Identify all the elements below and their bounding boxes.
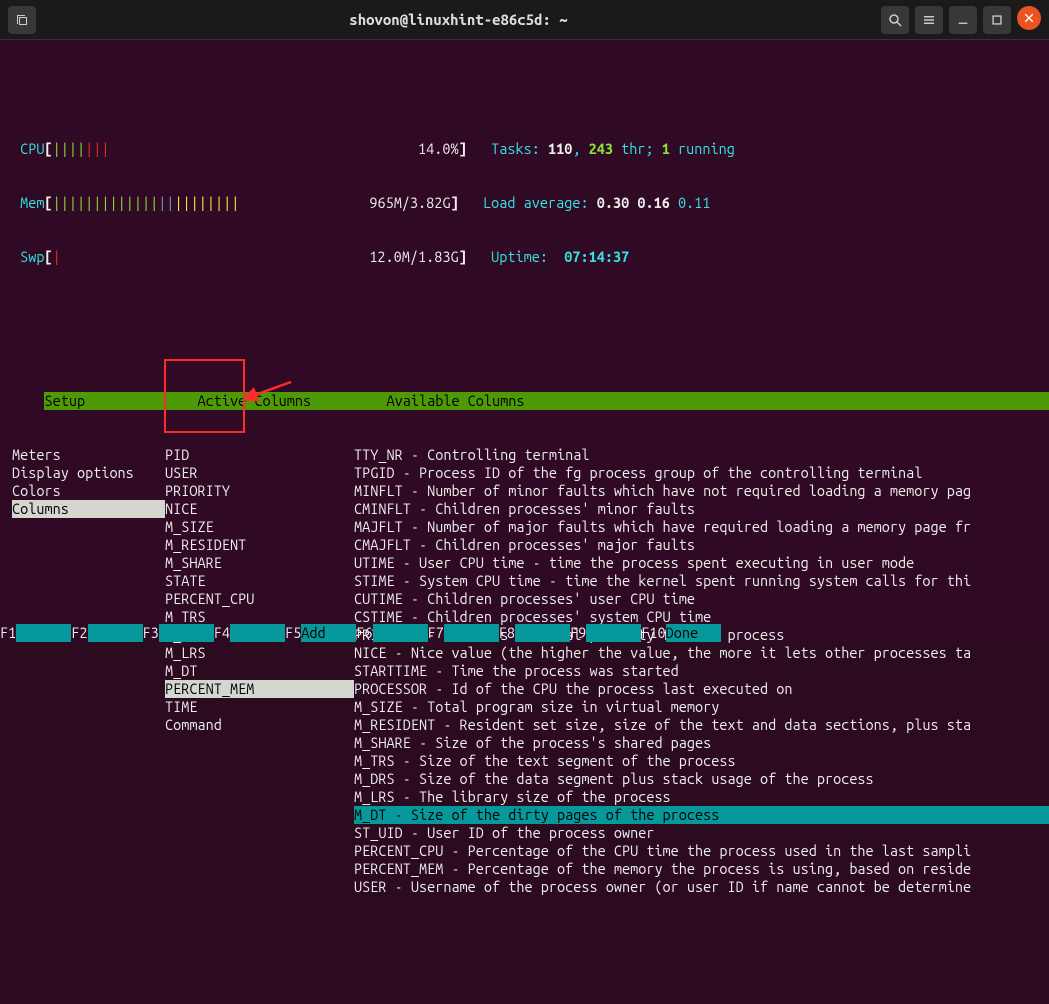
mem-meter: Mem[||||||||||||||||||||||| 965M/3.82G] … [12, 194, 1049, 212]
available-column-item[interactable]: PERCENT_CPU - Percentage of the CPU time… [354, 842, 1049, 860]
active-column-item[interactable]: M_RESIDENT [165, 536, 354, 554]
available-column-item[interactable]: UTIME - User CPU time - time the process… [354, 554, 1049, 572]
available-column-item[interactable]: CMAJFLT - Children processes' major faul… [354, 536, 1049, 554]
cpu-meter: CPU[||||||| 14.0%] Tasks: 110, 243 thr; … [12, 140, 1049, 158]
available-columns-header: Available Columns [386, 392, 1049, 410]
fkey-f3[interactable]: F3 [143, 624, 214, 642]
available-column-item[interactable]: MINFLT - Number of minor faults which ha… [354, 482, 1049, 500]
active-column-item[interactable]: M_SIZE [165, 518, 354, 536]
close-button[interactable] [1017, 6, 1041, 30]
window-title: shovon@linuxhint-e86c5d: ~ [36, 11, 881, 28]
available-column-item[interactable]: M_SHARE - Size of the process's shared p… [354, 734, 1049, 752]
active-columns-header: Active Columns [197, 392, 386, 410]
available-column-item[interactable]: PERCENT_MEM - Percentage of the memory t… [354, 860, 1049, 878]
available-column-item[interactable]: NICE - Nice value (the higher the value,… [354, 644, 1049, 662]
maximize-button[interactable] [983, 6, 1011, 34]
minimize-button[interactable] [949, 6, 977, 34]
available-column-item[interactable]: STARTTIME - Time the process was started [354, 662, 1049, 680]
available-column-item[interactable]: USER - Username of the process owner (or… [354, 878, 1049, 896]
available-column-item[interactable]: M_LRS - The library size of the process [354, 788, 1049, 806]
setup-item[interactable]: Display options [12, 464, 165, 482]
active-column-item[interactable]: USER [165, 464, 354, 482]
titlebar: shovon@linuxhint-e86c5d: ~ [0, 0, 1049, 40]
available-column-item[interactable]: MAJFLT - Number of major faults which ha… [354, 518, 1049, 536]
menu-button[interactable] [915, 6, 943, 34]
available-column-item[interactable]: M_TRS - Size of the text segment of the … [354, 752, 1049, 770]
active-column-item[interactable]: PERCENT_CPU [165, 590, 354, 608]
available-column-item[interactable]: TTY_NR - Controlling terminal [354, 446, 1049, 464]
function-keys: F1 F2 F3 F4 F5Add F6 F7 F8 F9 F10Done [0, 624, 1049, 642]
active-column-item[interactable]: M_SHARE [165, 554, 354, 572]
available-column-item[interactable]: M_DT - Size of the dirty pages of the pr… [354, 806, 1049, 824]
active-column-item[interactable]: M_LRS [165, 644, 354, 662]
fkey-f2[interactable]: F2 [71, 624, 142, 642]
available-column-item[interactable]: STIME - System CPU time - time the kerne… [354, 572, 1049, 590]
fkey-f10[interactable]: F10Done [641, 624, 720, 642]
available-column-item[interactable]: PROCESSOR - Id of the CPU the process la… [354, 680, 1049, 698]
available-column-item[interactable]: ST_UID - User ID of the process owner [354, 824, 1049, 842]
swp-meter: Swp[| 12.0M/1.83G] Uptime: 07:14:37 [12, 248, 1049, 266]
active-column-item[interactable]: TIME [165, 698, 354, 716]
active-column-item[interactable]: PERCENT_MEM [165, 680, 354, 698]
available-column-item[interactable]: TPGID - Process ID of the fg process gro… [354, 464, 1049, 482]
fkey-f6[interactable]: F6 [356, 624, 427, 642]
fkey-f4[interactable]: F4 [214, 624, 285, 642]
active-column-item[interactable]: PRIORITY [165, 482, 354, 500]
fkey-f1[interactable]: F1 [0, 624, 71, 642]
new-tab-button[interactable] [8, 6, 36, 34]
active-column-item[interactable]: Command [165, 716, 354, 734]
active-column-item[interactable]: PID [165, 446, 354, 464]
setup-header: Setup [44, 392, 197, 410]
terminal-body[interactable]: CPU[||||||| 14.0%] Tasks: 110, 243 thr; … [0, 40, 1049, 642]
available-column-item[interactable]: CMINFLT - Children processes' minor faul… [354, 500, 1049, 518]
available-column-item[interactable]: M_RESIDENT - Resident set size, size of … [354, 716, 1049, 734]
search-button[interactable] [881, 6, 909, 34]
active-column-item[interactable]: NICE [165, 500, 354, 518]
active-column-item[interactable]: STATE [165, 572, 354, 590]
active-column-item[interactable]: M_DT [165, 662, 354, 680]
fkey-f7[interactable]: F7 [428, 624, 499, 642]
setup-item[interactable]: Columns [12, 500, 165, 518]
available-column-item[interactable]: M_DRS - Size of the data segment plus st… [354, 770, 1049, 788]
available-column-item[interactable]: CUTIME - Children processes' user CPU ti… [354, 590, 1049, 608]
fkey-f5[interactable]: F5Add [285, 624, 356, 642]
available-column-item[interactable]: M_SIZE - Total program size in virtual m… [354, 698, 1049, 716]
setup-item[interactable]: Colors [12, 482, 165, 500]
fkey-f9[interactable]: F9 [570, 624, 641, 642]
setup-item[interactable]: Meters [12, 446, 165, 464]
fkey-f8[interactable]: F8 [499, 624, 570, 642]
